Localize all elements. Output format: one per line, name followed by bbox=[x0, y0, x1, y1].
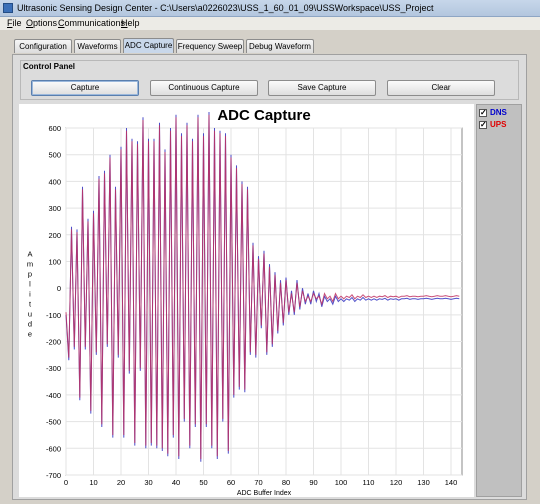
menu-help[interactable]: Help bbox=[121, 18, 140, 28]
y-axis-label-char: u bbox=[28, 310, 32, 319]
menu-options-rest: ptions bbox=[33, 18, 58, 28]
continuous-capture-button[interactable]: Continuous Capture bbox=[150, 80, 258, 96]
y-tick-label: -200 bbox=[46, 338, 61, 347]
x-tick-label: 20 bbox=[117, 478, 125, 487]
legend-dns-label: DNS bbox=[490, 108, 507, 117]
x-tick-label: 140 bbox=[445, 478, 458, 487]
y-axis-label-char: t bbox=[29, 300, 32, 309]
x-tick-label: 120 bbox=[390, 478, 403, 487]
tab-debug-waveform[interactable]: Debug Waveform bbox=[246, 39, 314, 53]
app-icon bbox=[3, 3, 13, 13]
menu-options[interactable]: Options bbox=[26, 18, 57, 28]
menu-file[interactable]: File bbox=[7, 18, 22, 28]
x-tick-label: 110 bbox=[363, 478, 375, 487]
x-axis-label: ADC Buffer Index bbox=[237, 490, 292, 497]
tab-configuration[interactable]: Configuration bbox=[14, 39, 72, 53]
x-tick-label: 50 bbox=[199, 478, 207, 487]
y-tick-label: 400 bbox=[48, 177, 61, 186]
adc-chart: ADC Capture 0 10 20 30 40 50 60 70 80 90 100 110 120 1… bbox=[19, 104, 474, 497]
x-tick-label: 80 bbox=[282, 478, 290, 487]
x-tick-label: 130 bbox=[417, 478, 430, 487]
y-axis-label-char: d bbox=[28, 320, 32, 329]
y-tick-label: -500 bbox=[46, 418, 61, 427]
chart-svg: ADC Capture 0 10 20 30 40 50 60 70 80 90 100 110 120 1… bbox=[27, 107, 463, 497]
ups-checkbox[interactable]: ✓ bbox=[479, 121, 487, 129]
save-capture-button[interactable]: Save Capture bbox=[268, 80, 376, 96]
title-bar: Ultrasonic Sensing Design Center - C:\Us… bbox=[0, 0, 540, 17]
clear-button[interactable]: Clear bbox=[387, 80, 495, 96]
tab-adc-capture[interactable]: ADC Capture bbox=[123, 38, 174, 53]
tab-frequency-sweep[interactable]: Frequency Sweep bbox=[176, 39, 244, 53]
y-tick-label: 300 bbox=[48, 204, 61, 213]
x-tick-label: 100 bbox=[335, 478, 348, 487]
y-axis-label-char: e bbox=[28, 330, 32, 339]
menu-communications-rest: ommunications bbox=[64, 18, 126, 28]
dns-checkbox[interactable]: ✓ bbox=[479, 109, 487, 117]
menu-communications[interactable]: Communications bbox=[58, 18, 125, 28]
window-title: Ultrasonic Sensing Design Center - C:\Us… bbox=[17, 3, 434, 13]
y-tick-label: 600 bbox=[48, 124, 61, 133]
x-tick-label: 40 bbox=[172, 478, 180, 487]
x-tick-label: 70 bbox=[254, 478, 262, 487]
menu-file-rest: ile bbox=[12, 18, 22, 28]
menu-bar: File Options Communications Help bbox=[0, 17, 540, 30]
x-tick-label: 60 bbox=[227, 478, 235, 487]
x-tick-label: 10 bbox=[89, 478, 97, 487]
control-panel: Control Panel Capture Continuous Capture… bbox=[20, 60, 519, 100]
y-tick-label: 500 bbox=[48, 151, 61, 160]
y-tick-label: -400 bbox=[46, 391, 61, 400]
adc-capture-panel: Control Panel Capture Continuous Capture… bbox=[12, 54, 527, 500]
chart-title: ADC Capture bbox=[217, 107, 310, 124]
menu-options-mnemonic: O bbox=[26, 18, 34, 28]
y-axis-label-char: m bbox=[27, 260, 33, 269]
tab-waveforms[interactable]: Waveforms bbox=[74, 39, 121, 53]
y-tick-label: 0 bbox=[57, 284, 61, 293]
y-axis-label-char: p bbox=[28, 270, 32, 279]
control-panel-title: Control Panel bbox=[23, 62, 76, 71]
y-axis-label-char: i bbox=[29, 290, 31, 299]
y-axis-label-char: l bbox=[29, 280, 31, 289]
y-axis-label-char: A bbox=[27, 250, 32, 259]
x-tick-label: 30 bbox=[144, 478, 152, 487]
legend-ups-label: UPS bbox=[490, 120, 507, 129]
legend: ✓ DNS ✓ UPS bbox=[476, 104, 522, 497]
x-tick-label: 90 bbox=[309, 478, 317, 487]
y-tick-label: 100 bbox=[48, 257, 61, 266]
y-tick-label: -700 bbox=[46, 471, 61, 480]
y-tick-label: -300 bbox=[46, 364, 61, 373]
y-tick-label: 200 bbox=[48, 231, 61, 240]
y-tick-label: -100 bbox=[46, 311, 61, 320]
y-tick-label: -600 bbox=[46, 444, 61, 453]
capture-button[interactable]: Capture bbox=[31, 80, 139, 96]
menu-help-rest: elp bbox=[127, 18, 140, 28]
x-tick-label: 0 bbox=[64, 478, 68, 487]
